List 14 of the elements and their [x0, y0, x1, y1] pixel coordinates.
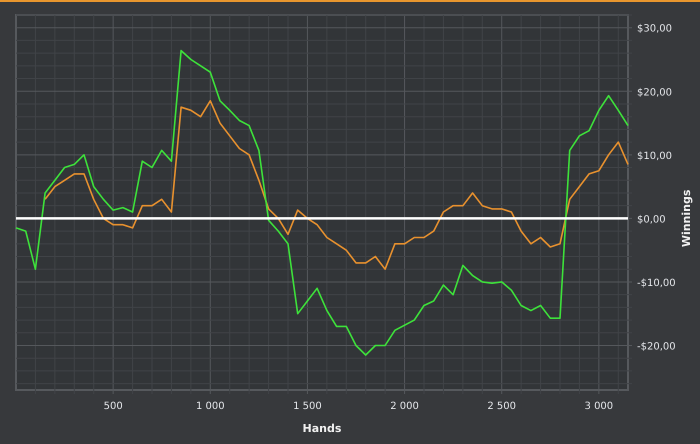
y-tick-label: $30,00	[637, 24, 672, 35]
y-axis-title: Winnings	[680, 190, 693, 248]
x-tick-label: 1 000	[196, 401, 225, 412]
x-axis-title: Hands	[302, 422, 342, 435]
x-tick-label: 1 500	[293, 401, 322, 412]
y-tick-label: $10,00	[637, 150, 672, 162]
y-tick-label: -$10,00	[637, 278, 676, 289]
x-tick-label: 2 500	[487, 401, 516, 412]
x-tick-label: 3 000	[584, 401, 614, 412]
y-tick-label: -$20,00	[637, 342, 676, 352]
x-tick-label: 500	[104, 401, 123, 412]
y-tick-label: $20,00	[637, 87, 672, 98]
x-tick-label: 2 000	[390, 401, 419, 412]
y-tick-label: $0,00	[637, 214, 666, 226]
